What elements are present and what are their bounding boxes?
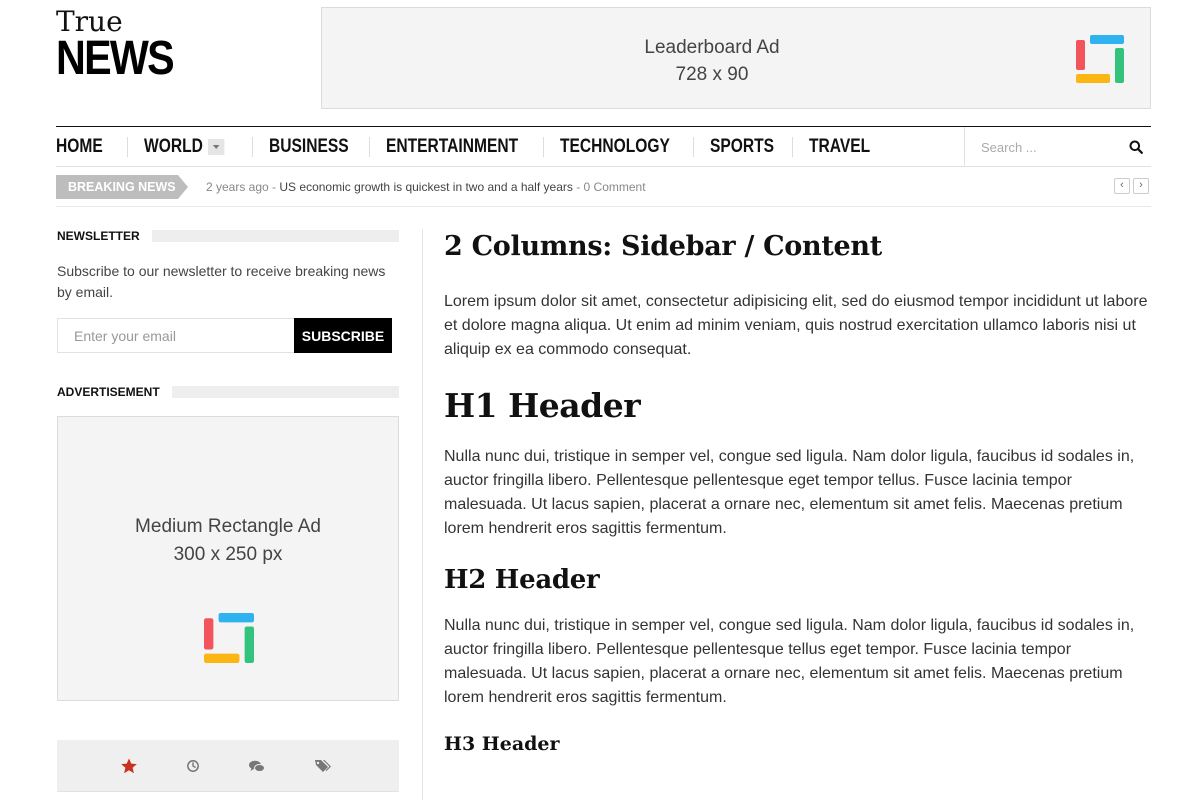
newsletter-title-text: NEWSLETTER (57, 229, 152, 243)
ticker-prev-button[interactable]: ‹ (1114, 178, 1130, 194)
leaderboard-ad-title: Leaderboard Ad (644, 37, 780, 58)
clock-icon (187, 760, 199, 772)
tab-comments[interactable] (247, 757, 267, 775)
content-paragraph: Lorem ipsum dolor sit amet, consectetur … (444, 293, 1148, 358)
rectangle-ad-text: Medium Rectangle Ad 300 x 250 px (58, 513, 398, 569)
breaking-news-time: 2 years ago (206, 180, 269, 194)
leaderboard-ad[interactable]: Leaderboard Ad 728 x 90 (321, 7, 1151, 109)
nav-separator (251, 137, 253, 157)
site-logo[interactable]: True NEWS (56, 8, 196, 88)
content-paragraph: Nulla nunc dui, tristique in semper vel,… (444, 617, 1135, 706)
chevron-down-icon[interactable] (207, 139, 225, 155)
nav-separator (792, 137, 794, 157)
star-icon (121, 758, 137, 774)
h2-header: H2 Header (444, 565, 600, 595)
comments-icon (249, 760, 265, 772)
h3-header: H3 Header (444, 733, 560, 755)
email-field[interactable] (57, 318, 295, 353)
column-divider (422, 229, 423, 800)
subscribe-button[interactable]: SUBSCRIBE (294, 318, 392, 353)
search-icon[interactable] (1129, 140, 1143, 154)
breaking-news-comments[interactable]: 0 Comment (584, 180, 646, 194)
nav-item-business[interactable]: BUSINESS (269, 136, 349, 158)
nav-separator (543, 137, 545, 157)
tab-popular[interactable] (119, 757, 139, 775)
breaking-news-separator: - (268, 180, 280, 194)
page-title: 2 Columns: Sidebar / Content (444, 231, 882, 262)
ticker-next-button[interactable]: › (1133, 178, 1149, 194)
nav-item-home[interactable]: HOME (56, 136, 103, 158)
newsletter-widget-title: NEWSLETTER (57, 229, 399, 243)
breaking-news-headline[interactable]: US economic growth is quickest in two an… (279, 180, 572, 194)
nav-separator (127, 137, 128, 157)
sidebar-tabs (57, 740, 399, 792)
search-input[interactable] (981, 137, 1111, 157)
leaderboard-ad-text: Leaderboard Ad 728 x 90 (322, 34, 1102, 88)
nav-separator (693, 137, 695, 157)
nav-separator (368, 137, 370, 157)
nav-item-entertainment[interactable]: ENTERTAINMENT (386, 136, 518, 158)
logo-news-text: NEWS (56, 32, 175, 85)
nav-item-world-label: WORLD (144, 136, 203, 157)
h1-header: H1 Header (444, 386, 641, 425)
medium-rectangle-ad[interactable]: Medium Rectangle Ad 300 x 250 px (57, 416, 399, 701)
nav-item-technology[interactable]: TECHNOLOGY (560, 136, 670, 158)
rectangle-ad-title: Medium Rectangle Ad (135, 516, 321, 537)
ad-network-logo-icon (1076, 35, 1124, 83)
advertisement-widget-title: ADVERTISEMENT (57, 385, 399, 399)
leaderboard-ad-size: 728 x 90 (675, 64, 749, 85)
search-box (964, 127, 1151, 167)
breaking-news-ticker[interactable]: 2 years ago - US economic growth is quic… (206, 180, 646, 194)
content-paragraph: Nulla nunc dui, tristique in semper vel,… (444, 448, 1135, 537)
main-nav: HOME WORLD BUSINESS ENTERTAINMENT TECHNO… (56, 126, 1151, 167)
nav-item-world[interactable]: WORLD (144, 136, 225, 158)
breaking-news-label: BREAKING NEWS (56, 175, 188, 199)
tab-tags[interactable] (313, 757, 333, 775)
rectangle-ad-size: 300 x 250 px (173, 544, 283, 565)
ad-network-logo-icon (204, 613, 254, 663)
breaking-news-separator: - (572, 180, 584, 194)
nav-item-sports[interactable]: SPORTS (710, 136, 774, 158)
tab-recent[interactable] (183, 757, 203, 775)
advertisement-title-text: ADVERTISEMENT (57, 385, 172, 399)
tags-icon (315, 760, 331, 772)
nav-item-travel[interactable]: TRAVEL (809, 136, 870, 158)
breaking-news-bar: BREAKING NEWS 2 years ago - US economic … (56, 175, 1151, 207)
newsletter-description: Subscribe to our newsletter to receive b… (57, 263, 386, 300)
main-content: 2 Columns: Sidebar / Content Lorem ipsum… (444, 229, 1154, 757)
